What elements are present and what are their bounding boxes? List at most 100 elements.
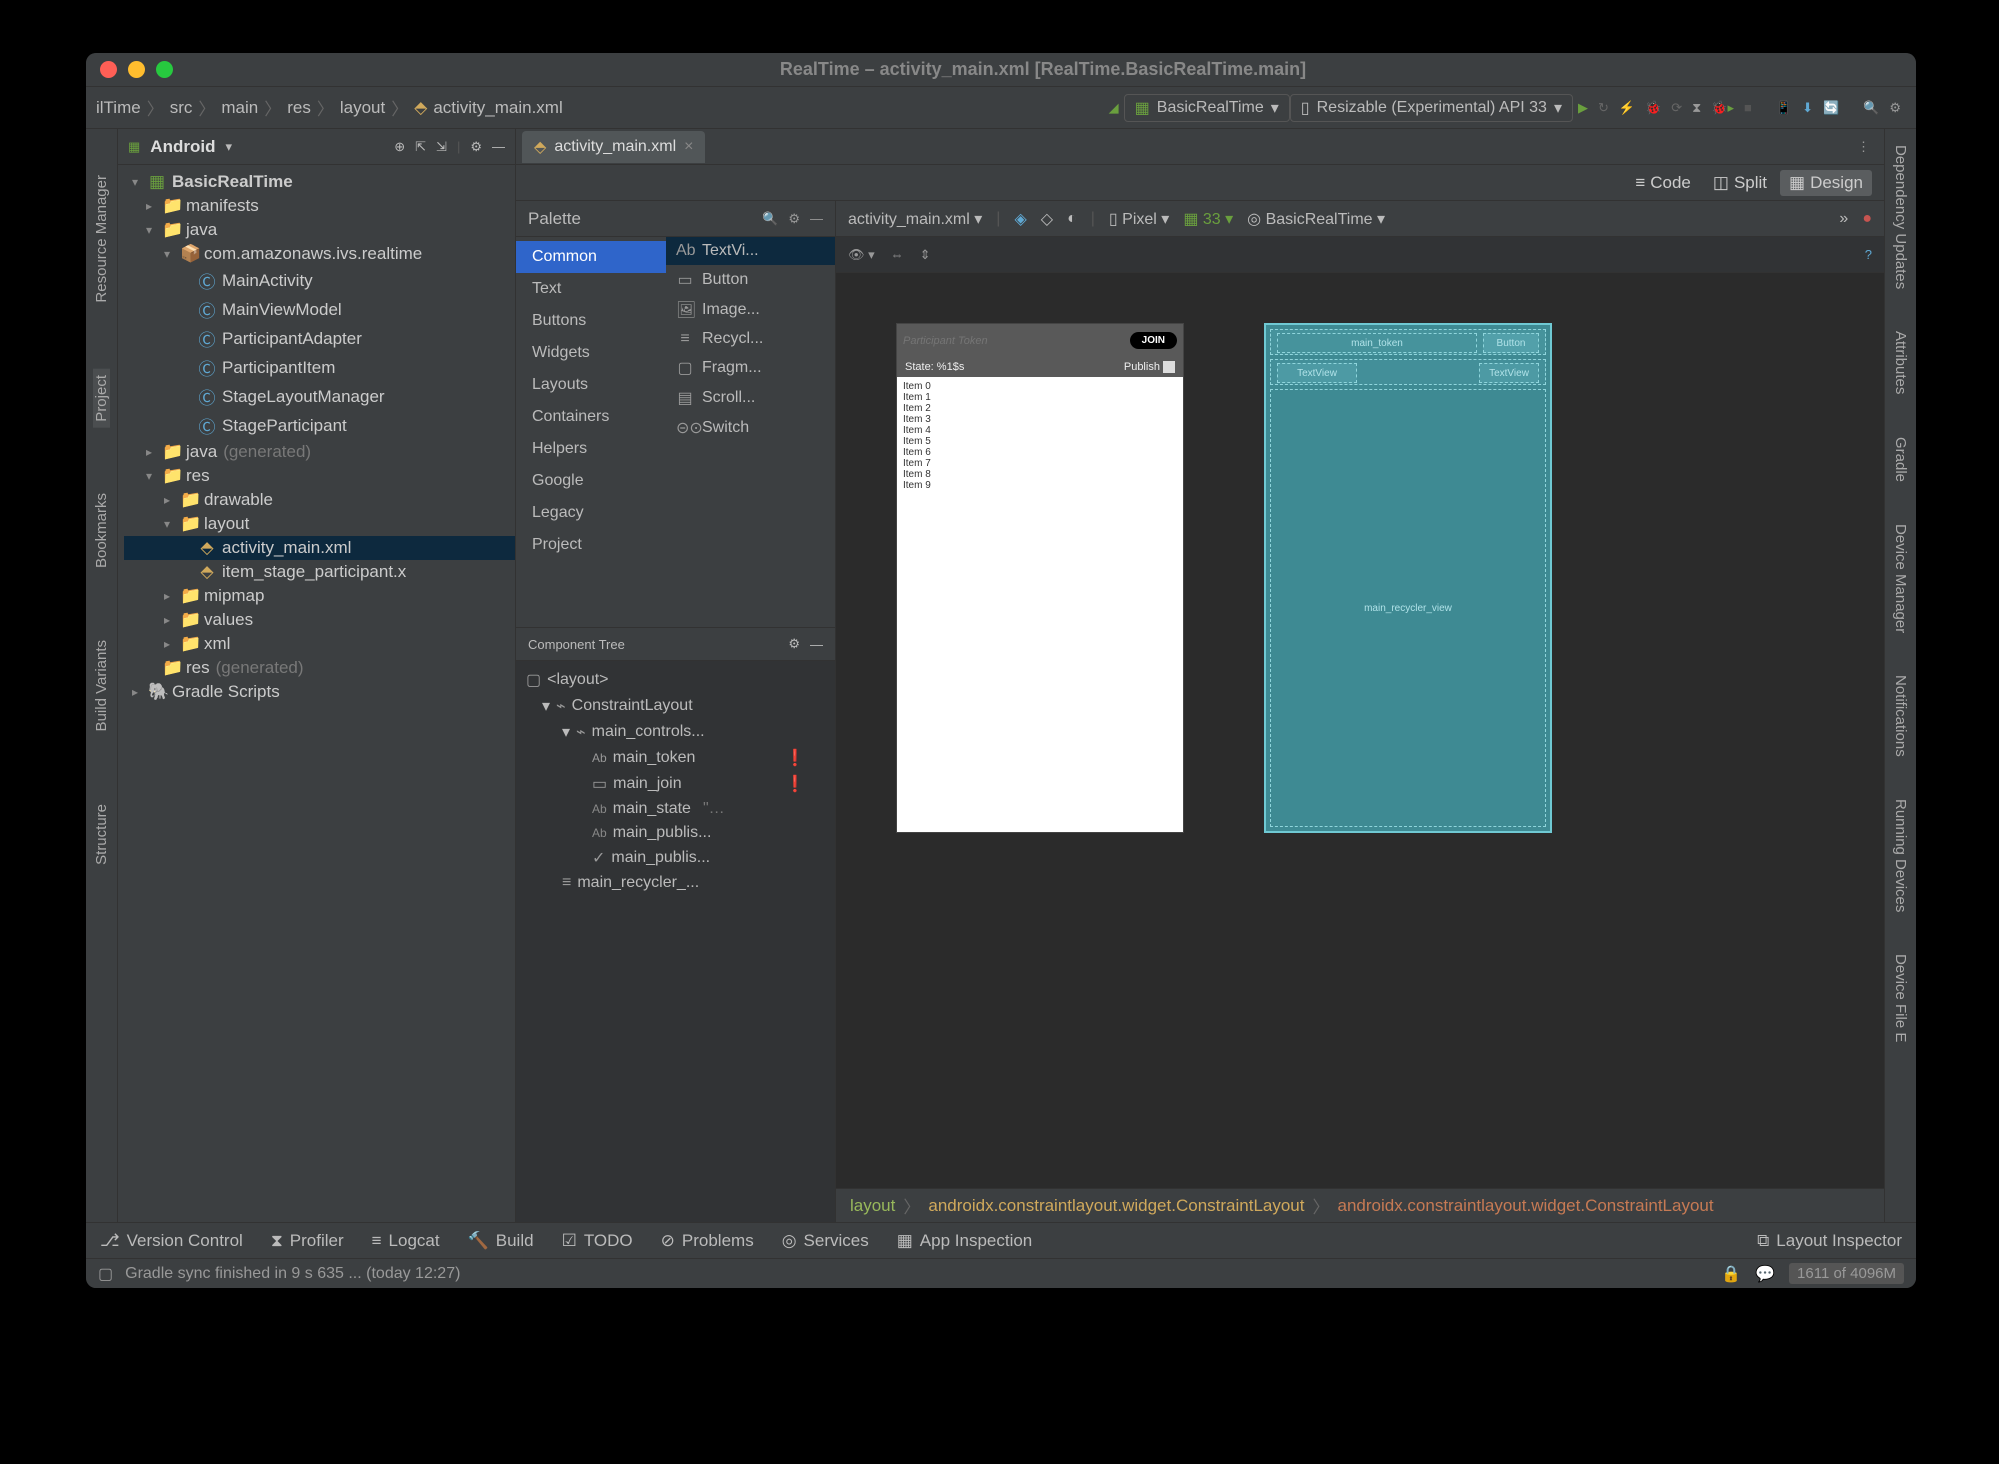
bottom-profiler[interactable]: ⧗Profiler <box>271 1231 344 1251</box>
palette-category[interactable]: Google <box>516 465 666 497</box>
expand-icon[interactable]: ⇲ <box>436 139 447 155</box>
palette-category[interactable]: Buttons <box>516 305 666 337</box>
palette-category[interactable]: Legacy <box>516 497 666 529</box>
sdk-icon[interactable]: ⬇ <box>1802 100 1813 116</box>
bottom-layout-inspector[interactable]: ⧉Layout Inspector <box>1757 1231 1902 1251</box>
publish-checkbox[interactable] <box>1163 361 1175 373</box>
close-tab-icon[interactable]: × <box>684 138 693 156</box>
file-dropdown[interactable]: activity_main.xml ▾ <box>848 209 982 229</box>
palette-category[interactable]: Containers <box>516 401 666 433</box>
rail-device-manager[interactable]: Device Manager <box>1892 518 1909 639</box>
search-icon[interactable]: 🔍 <box>762 211 778 227</box>
warning-icon[interactable]: ● <box>1862 210 1872 228</box>
hide-icon[interactable]: — <box>492 139 505 154</box>
palette-item[interactable]: ≡Recycl... <box>666 325 835 353</box>
hammer-icon[interactable]: ◢ <box>1109 100 1119 116</box>
device-dropdown[interactable]: ▯ Pixel ▾ <box>1109 209 1169 229</box>
editor-tab[interactable]: ⬘ activity_main.xml × <box>522 131 705 163</box>
nightmode-icon[interactable]: ◐ <box>1067 210 1077 228</box>
rail-build-variants[interactable]: Build Variants <box>93 634 110 737</box>
close-button[interactable] <box>100 61 117 78</box>
coverage-icon[interactable]: ⟳ <box>1671 100 1682 116</box>
rail-resource-manager[interactable]: Resource Manager <box>93 169 110 309</box>
rail-structure[interactable]: Structure <box>93 798 110 871</box>
stop-icon[interactable]: ■ <box>1744 100 1752 115</box>
rail-project[interactable]: Project <box>93 369 110 428</box>
view-design[interactable]: ▦Design <box>1780 170 1872 196</box>
search-icon[interactable]: 🔍 <box>1863 100 1879 116</box>
run-button[interactable]: ▶ <box>1578 100 1588 116</box>
gear-icon[interactable]: ⚙ <box>788 211 800 227</box>
more-tabs-icon[interactable]: ⋮ <box>1857 139 1884 155</box>
component-tree[interactable]: ▢<layout> ▾⌁ConstraintLayout ▾⌁main_cont… <box>516 661 835 901</box>
rail-device-file[interactable]: Device File E <box>1892 948 1909 1048</box>
device-preview[interactable]: JOIN State: %1$s Publish Item 0 Item 1 I… <box>896 323 1184 833</box>
sync-icon[interactable]: 🔄 <box>1823 100 1839 116</box>
palette-category[interactable]: Layouts <box>516 369 666 401</box>
lock-icon[interactable]: 🔒 <box>1721 1264 1741 1284</box>
rotate-icon[interactable]: ◇ <box>1041 209 1053 229</box>
palette-item[interactable]: ▤Scroll... <box>666 383 835 413</box>
bottom-logcat[interactable]: ≡Logcat <box>372 1231 440 1251</box>
rail-gradle[interactable]: Gradle <box>1892 431 1909 488</box>
minimize-icon[interactable]: — <box>810 211 823 226</box>
rail-attributes[interactable]: Attributes <box>1892 325 1909 400</box>
settings-icon[interactable]: ⚙ <box>1889 100 1901 116</box>
palette-item[interactable]: ▭Button <box>666 265 835 295</box>
profile-icon[interactable]: ⧗ <box>1692 100 1701 116</box>
bottom-inspection[interactable]: ▦App Inspection <box>897 1231 1033 1251</box>
rerun-icon[interactable]: ↻ <box>1598 100 1609 116</box>
minimize-icon[interactable]: — <box>810 637 823 652</box>
theme-dropdown[interactable]: ◎ BasicRealTime ▾ <box>1247 209 1385 229</box>
bottom-services[interactable]: ◎Services <box>782 1231 869 1251</box>
rail-notifications[interactable]: Notifications <box>1892 669 1909 763</box>
rail-bookmarks[interactable]: Bookmarks <box>93 487 110 574</box>
rail-dependency-updates[interactable]: Dependency Updates <box>1892 139 1909 295</box>
project-tree[interactable]: ▾▦BasicRealTime ▸📁manifests ▾📁java ▾📦com… <box>118 165 515 1222</box>
palette-category[interactable]: Helpers <box>516 433 666 465</box>
palette-category[interactable]: Widgets <box>516 337 666 369</box>
help-icon[interactable]: ? <box>1865 247 1872 262</box>
palette-item[interactable]: AbTextVi... <box>666 237 835 265</box>
token-input[interactable] <box>903 335 1130 347</box>
apply-changes-icon[interactable]: ⚡ <box>1619 100 1635 116</box>
nav-path[interactable]: layout〉 androidx.constraintlayout.widget… <box>836 1188 1884 1222</box>
palette-category[interactable]: Common <box>516 241 666 273</box>
terminal-icon[interactable]: ▢ <box>98 1264 113 1284</box>
api-dropdown[interactable]: ▦ 33 ▾ <box>1183 209 1233 229</box>
chevron-down-icon[interactable]: ▾ <box>225 139 232 155</box>
notification-icon[interactable]: 💬 <box>1755 1264 1775 1284</box>
debug-button[interactable]: 🐞 <box>1645 100 1661 116</box>
overflow-icon[interactable]: » <box>1839 210 1848 228</box>
palette-category[interactable]: Text <box>516 273 666 305</box>
view-split[interactable]: ◫Split <box>1704 170 1776 196</box>
blueprint-view[interactable]: main_token Button TextView TextView main… <box>1264 323 1552 833</box>
attach-debugger-icon[interactable]: 🐞▸ <box>1711 100 1734 116</box>
layers-icon[interactable]: ◈ <box>1014 209 1026 229</box>
gear-icon[interactable]: ⚙ <box>470 139 482 155</box>
collapse-icon[interactable]: ⇱ <box>415 139 426 155</box>
view-code[interactable]: ≡Code <box>1626 170 1700 196</box>
gear-icon[interactable]: ⚙ <box>788 636 800 652</box>
eye-icon[interactable]: 👁 ▾ <box>848 247 875 263</box>
minimize-button[interactable] <box>128 61 145 78</box>
avd-icon[interactable]: 📱 <box>1776 100 1792 116</box>
palette-item[interactable]: ▢Fragm... <box>666 353 835 383</box>
rail-running-devices[interactable]: Running Devices <box>1892 793 1909 918</box>
join-button[interactable]: JOIN <box>1130 332 1177 349</box>
palette-category[interactable]: Project <box>516 529 666 561</box>
bottom-vc[interactable]: ⎇Version Control <box>100 1231 243 1251</box>
device-dropdown[interactable]: ▯Resizable (Experimental) API 33▾ <box>1290 94 1573 122</box>
palette-item[interactable]: ⊝⊙Switch <box>666 413 835 443</box>
bottom-todo[interactable]: ☑TODO <box>562 1231 633 1251</box>
run-config-dropdown[interactable]: ▦BasicRealTime▾ <box>1124 94 1290 122</box>
palette-item[interactable]: 🖼Image... <box>666 295 835 325</box>
pan-icon[interactable]: ⇔ <box>891 247 904 262</box>
bottom-build[interactable]: 🔨Build <box>468 1231 534 1251</box>
zoom-button[interactable] <box>156 61 173 78</box>
target-icon[interactable]: ⊕ <box>394 139 405 155</box>
project-view-label[interactable]: Android <box>150 137 215 157</box>
memory-indicator[interactable]: 1611 of 4096M <box>1789 1263 1904 1284</box>
breadcrumb[interactable]: ilTime〉 src〉 main〉 res〉 layout〉 ⬘ activi… <box>96 95 563 120</box>
bottom-problems[interactable]: ⊘Problems <box>661 1231 754 1251</box>
